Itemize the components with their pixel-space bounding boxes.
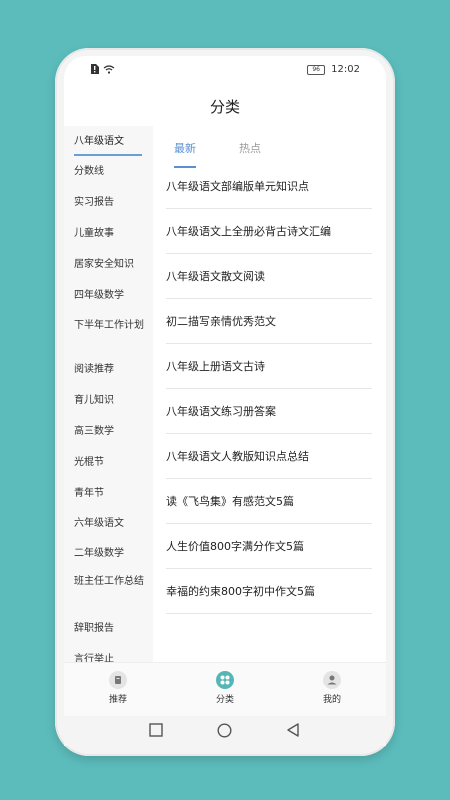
tab-latest[interactable]: 最新 xyxy=(174,140,196,156)
category-sidebar: 八年级语文 分数线 实习报告 儿童故事 居家安全知识 四年级数学 下半年工作计划… xyxy=(64,126,153,662)
list-item[interactable]: 八年级语文上全册必背古诗文汇编 xyxy=(166,208,372,254)
sidebar-item[interactable]: 阅读推荐 xyxy=(74,362,146,378)
list-item[interactable]: 幸福的约束800字初中作文5篇 xyxy=(166,568,372,614)
sidebar-item[interactable]: 光棍节 xyxy=(74,455,146,471)
list-item[interactable]: 人生价值800字满分作文5篇 xyxy=(166,523,372,569)
sidebar-item[interactable]: 高三数学 xyxy=(74,424,146,440)
tab-hot[interactable]: 热点 xyxy=(239,140,261,156)
battery-icon: 96 xyxy=(307,64,326,75)
sidebar-item[interactable]: 居家安全知识 xyxy=(74,257,146,273)
list-item[interactable]: 八年级上册语文古诗 xyxy=(166,343,372,389)
sim-alert-icon xyxy=(91,64,99,74)
list-item[interactable]: 八年级语文部编版单元知识点 xyxy=(166,163,372,209)
sidebar-item[interactable]: 下半年工作计划 xyxy=(74,318,146,334)
nav-recommend[interactable]: 推荐 xyxy=(88,671,148,705)
sidebar-item[interactable]: 二年级数学 xyxy=(74,546,146,562)
sidebar-item[interactable]: 儿童故事 xyxy=(74,226,146,242)
sidebar-active-indicator xyxy=(74,154,142,156)
page-title: 分类 xyxy=(209,98,240,116)
sidebar-item[interactable]: 班主任工作总结 xyxy=(74,574,146,590)
list-item[interactable]: 读《飞鸟集》有感范文5篇 xyxy=(166,478,372,524)
list-item[interactable]: 八年级语文练习册答案 xyxy=(166,388,372,434)
list-item[interactable]: 初二描写亲情优秀范文 xyxy=(166,298,372,344)
sidebar-item[interactable]: 青年节 xyxy=(74,486,146,502)
app-screen: 96 12:02 分类 八年级语文 分数线 实习报告 儿童故事 居家安全知识 四… xyxy=(64,56,386,716)
list-item[interactable]: 八年级语文人教版知识点总结 xyxy=(166,433,372,479)
recommend-icon xyxy=(109,671,127,689)
status-bar: 96 12:02 xyxy=(64,56,386,82)
nav-profile[interactable]: 我的 xyxy=(302,671,362,705)
sidebar-item[interactable]: 分数线 xyxy=(74,164,146,180)
status-time: 12:02 xyxy=(331,64,360,75)
back-icon[interactable] xyxy=(286,723,300,737)
sidebar-item[interactable]: 育儿知识 xyxy=(74,393,146,409)
profile-icon xyxy=(323,671,341,689)
category-icon xyxy=(216,671,234,689)
wifi-icon xyxy=(103,64,115,74)
sidebar-item[interactable]: 四年级数学 xyxy=(74,288,146,304)
home-icon[interactable] xyxy=(217,723,232,738)
list-item[interactable]: 八年级语文散文阅读 xyxy=(166,253,372,299)
nav-category[interactable]: 分类 xyxy=(195,671,255,705)
sidebar-item[interactable]: 言行举止 xyxy=(74,652,146,662)
sidebar-item[interactable]: 八年级语文 xyxy=(74,134,146,150)
sidebar-item[interactable]: 六年级语文 xyxy=(74,516,146,532)
sidebar-item[interactable]: 辞职报告 xyxy=(74,621,146,637)
system-nav-bar xyxy=(64,716,386,746)
bottom-nav: 推荐 分类 我的 xyxy=(64,662,386,716)
sidebar-item[interactable]: 实习报告 xyxy=(74,195,146,211)
recent-apps-icon[interactable] xyxy=(149,723,163,737)
